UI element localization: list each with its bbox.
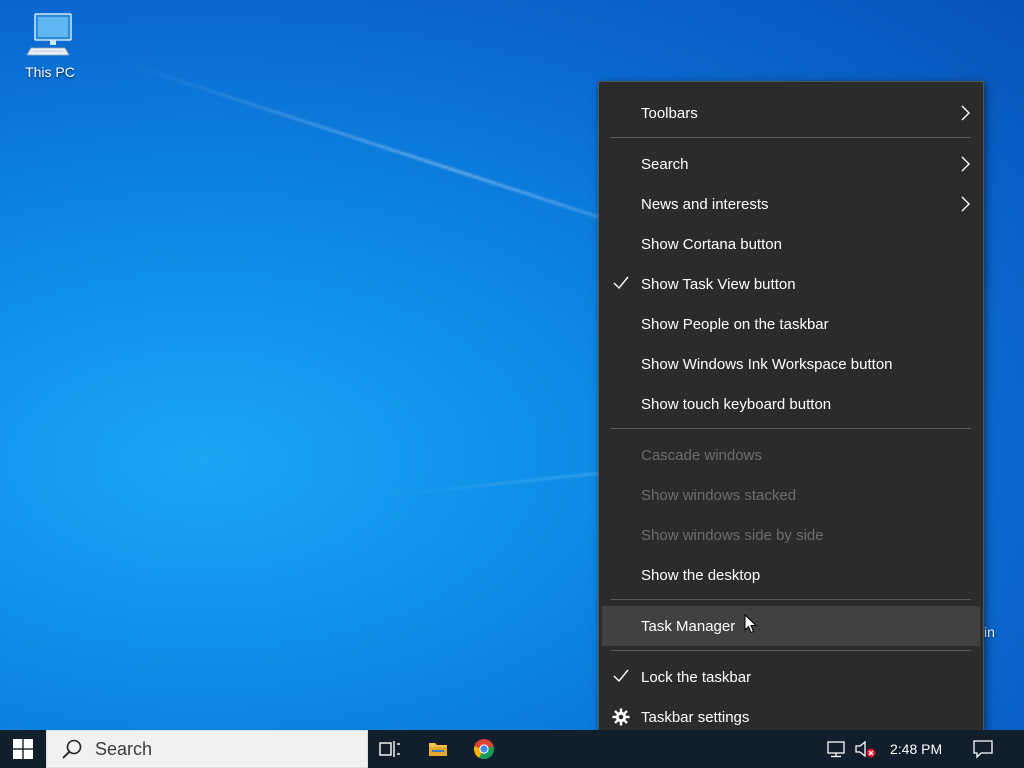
menu-item-lock-taskbar[interactable]: Lock the taskbar <box>599 657 983 697</box>
menu-item-toolbars[interactable]: Toolbars <box>599 93 983 133</box>
menu-item-windows-side-by-side: Show windows side by side <box>599 515 983 555</box>
menu-separator <box>611 650 971 651</box>
desktop-partial-label: in <box>984 624 995 640</box>
start-button[interactable] <box>0 730 46 768</box>
gear-icon <box>612 708 630 726</box>
menu-item-label: Show windows side by side <box>641 526 824 544</box>
volume-muted-icon <box>855 740 876 758</box>
menu-item-show-touch-keyboard[interactable]: Show touch keyboard button <box>599 384 983 424</box>
menu-item-news-and-interests[interactable]: News and interests <box>599 184 983 224</box>
mouse-cursor-icon <box>744 614 758 634</box>
chevron-right-icon <box>961 105 970 121</box>
menu-item-label: Show the desktop <box>641 566 761 584</box>
notification-icon <box>973 740 993 759</box>
menu-item-label: Show touch keyboard button <box>641 395 832 413</box>
task-view-button[interactable] <box>367 730 413 768</box>
chevron-right-icon <box>961 196 970 212</box>
menu-separator <box>611 599 971 600</box>
computer-icon <box>26 13 72 56</box>
taskbar-context-menu: Toolbars Search News and interests Show … <box>598 81 984 747</box>
menu-item-label: Taskbar settings <box>641 708 750 726</box>
tray-network[interactable] <box>826 730 846 768</box>
menu-separator <box>611 137 971 138</box>
menu-item-task-manager[interactable]: Task Manager <box>602 606 980 646</box>
chrome-button[interactable] <box>461 730 507 768</box>
menu-item-show-cortana[interactable]: Show Cortana button <box>599 224 983 264</box>
desktop-icon-this-pc[interactable]: This PC <box>18 10 82 80</box>
checkmark-icon <box>613 669 629 683</box>
windows-logo-icon <box>13 739 33 759</box>
task-view-icon <box>379 741 400 757</box>
menu-item-label: Show windows stacked <box>641 486 797 504</box>
menu-item-label: Show Cortana button <box>641 235 782 253</box>
menu-item-label: Show People on the taskbar <box>641 315 829 333</box>
menu-item-label: Search <box>641 155 689 173</box>
search-icon <box>62 739 82 759</box>
menu-item-show-people[interactable]: Show People on the taskbar <box>599 304 983 344</box>
checkmark-icon <box>613 276 629 290</box>
desktop-icon-label: This PC <box>25 64 75 80</box>
network-icon <box>827 741 845 758</box>
menu-separator <box>611 428 971 429</box>
search-placeholder: Search <box>95 738 153 759</box>
menu-item-label: Cascade windows <box>641 446 762 464</box>
taskbar: Search 2:48 PM <box>0 730 1024 768</box>
folder-icon <box>429 743 447 756</box>
chevron-right-icon <box>961 156 970 172</box>
taskbar-search-box[interactable]: Search <box>46 730 368 768</box>
menu-item-show-desktop[interactable]: Show the desktop <box>599 555 983 595</box>
menu-item-label: News and interests <box>641 195 769 213</box>
menu-item-label: Task Manager <box>641 617 736 635</box>
menu-item-label: Show Task View button <box>641 275 796 293</box>
menu-item-label: Lock the taskbar <box>641 668 752 686</box>
menu-item-search[interactable]: Search <box>599 144 983 184</box>
menu-item-show-task-view[interactable]: Show Task View button <box>599 264 983 304</box>
menu-item-windows-stacked: Show windows stacked <box>599 475 983 515</box>
taskbar-clock[interactable]: 2:48 PM <box>890 730 942 768</box>
file-explorer-button[interactable] <box>415 730 461 768</box>
menu-item-cascade-windows: Cascade windows <box>599 435 983 475</box>
action-center-button[interactable] <box>972 730 994 768</box>
menu-item-show-ink-workspace[interactable]: Show Windows Ink Workspace button <box>599 344 983 384</box>
tray-volume[interactable] <box>854 730 878 768</box>
menu-item-label: Show Windows Ink Workspace button <box>641 355 893 373</box>
chrome-icon <box>473 739 495 760</box>
menu-item-label: Toolbars <box>641 104 698 122</box>
